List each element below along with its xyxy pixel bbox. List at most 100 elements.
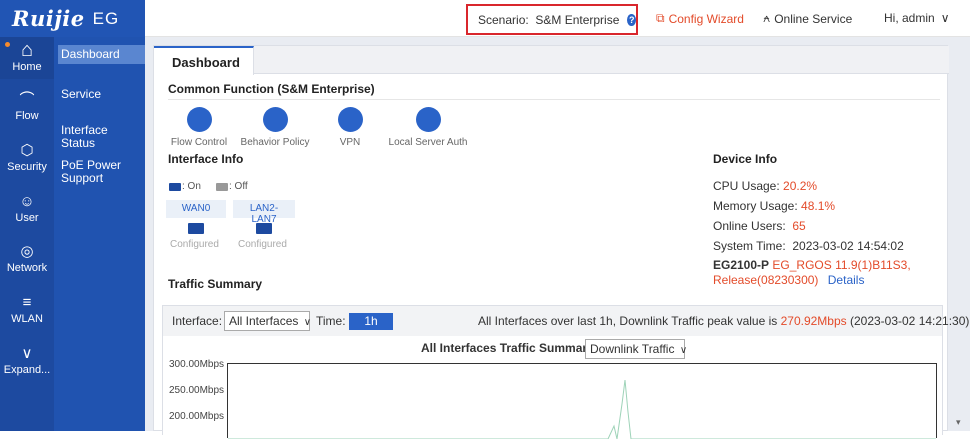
chevron-down-circle-icon: ∨ (21, 345, 33, 362)
nav-flow[interactable]: ⌒ Flow (0, 90, 54, 122)
behavior-policy-icon (262, 107, 288, 132)
nav-flow-label: Flow (15, 110, 39, 122)
flow-control-icon (186, 107, 212, 132)
product-name: EG (92, 8, 120, 28)
online-service-label: Online Service (774, 11, 853, 26)
sub-nav: Dashboard Service Interface Status PoE P… (54, 37, 145, 431)
memory-usage-value: 48.1% (801, 199, 836, 213)
scroll-arrow-icon[interactable]: ▾ (956, 417, 961, 428)
nav-home-label: Home (12, 61, 42, 73)
tab-bar: Dashboard (154, 46, 949, 75)
vpn-icon (337, 107, 363, 132)
y-tick-label: 300.00Mbps (169, 359, 225, 370)
admin-menu[interactable]: Hi, admin ∨ (884, 11, 949, 25)
help-icon[interactable]: ? (627, 13, 636, 26)
nav-wlan-label: WLAN (11, 313, 43, 325)
interface-label: Interface: (172, 314, 223, 328)
nav-user-label: User (15, 212, 39, 224)
divider (168, 99, 940, 100)
peak-summary: All Interfaces over last 1h, Downlink Tr… (478, 314, 969, 328)
nav-home[interactable]: ⌂ Home (0, 37, 54, 79)
config-wizard-label: Config Wizard (668, 11, 744, 26)
subnav-interface-status[interactable]: Interface Status (58, 121, 145, 153)
chevron-down-icon: ∨ (679, 345, 688, 356)
local-server-auth-shortcut[interactable]: Local Server Auth (386, 107, 470, 148)
subnav-service[interactable]: Service (58, 85, 145, 104)
vpn-shortcut[interactable]: VPN (334, 107, 366, 148)
ethernet-port-icon[interactable] (256, 223, 272, 234)
sidebar: Ruijie EG ⌂ Home ⌒ Flow ⬡ Security ☺ Use… (0, 0, 145, 431)
port-off-icon (216, 182, 228, 191)
direction-select[interactable]: Downlink Traffic ∨ (585, 339, 688, 359)
headset-icon: ⍲ (763, 11, 771, 25)
device-model: EG2100-P (713, 258, 770, 272)
cpu-usage-label: CPU Usage: (713, 179, 784, 193)
active-dot (5, 42, 10, 47)
user-icon: ☺ (19, 193, 35, 210)
nav-security[interactable]: ⬡ Security (0, 141, 54, 173)
nav-network[interactable]: ◎ Network (0, 242, 54, 274)
y-tick-label: 200.00Mbps (169, 411, 225, 422)
chart-line-icon: ⌒ (19, 91, 35, 108)
wifi-icon: ≡ (22, 294, 32, 311)
ethernet-port-icon[interactable] (188, 223, 204, 234)
globe-icon: ◎ (20, 243, 34, 260)
system-time: System Time: 2023-03-02 14:54:02 (713, 239, 904, 253)
firmware-release: Release(08230300) (713, 273, 819, 287)
tab-dashboard[interactable]: Dashboard (154, 46, 254, 75)
chevron-down-icon: ∨ (940, 11, 950, 25)
peak-prefix: All Interfaces over last 1h, Downlink Tr… (478, 314, 781, 328)
legend-on-label: : On (182, 181, 201, 192)
device-info-title: Device Info (713, 152, 778, 166)
legend-off: : Off (216, 181, 248, 192)
legend-off-label: : Off (229, 181, 248, 192)
interface-info-title: Interface Info (168, 152, 244, 166)
traffic-summary-box: Interface: All Interfaces ∨ Time: 1h All… (162, 305, 969, 440)
subnav-poe-power-support[interactable]: PoE Power Support (58, 156, 145, 188)
port-status-lan2-lan7: Configured (238, 239, 287, 250)
port-tag-wan0[interactable]: WAN0 (166, 200, 226, 218)
behavior-policy-shortcut[interactable]: Behavior Policy (240, 107, 310, 148)
brand-logo: Ruijie (12, 6, 85, 31)
peak-time: (2023-03-02 14:21:30) (846, 314, 970, 328)
plot-area (227, 363, 937, 440)
nav-network-label: Network (6, 262, 48, 274)
config-wizard-link[interactable]: ⧉ Config Wizard (656, 11, 744, 26)
local-server-auth-icon (415, 107, 441, 132)
y-tick-label: 250.00Mbps (169, 385, 225, 396)
shield-icon: ⬡ (20, 142, 34, 159)
port-status-wan0: Configured (170, 239, 219, 250)
online-service-link[interactable]: ⍲ Online Service (763, 11, 852, 26)
firmware-version: EG_RGOS 11.9(1)B11S3, (772, 258, 911, 272)
memory-usage-label: Memory Usage: (713, 199, 802, 213)
traffic-summary-title: Traffic Summary (168, 277, 263, 291)
nav-expand[interactable]: ∨ Expand... (0, 344, 54, 376)
cpu-usage: CPU Usage: 20.2% (713, 179, 817, 193)
online-users-value: 65 (792, 219, 806, 233)
dashboard-panel: Dashboard Common Function (S&M Enterpris… (153, 45, 969, 440)
admin-label: Hi, admin (884, 11, 935, 25)
online-users: Online Users: 65 (713, 219, 806, 233)
main-nav-rail: ⌂ Home ⌒ Flow ⬡ Security ☺ User ◎ Networ… (0, 37, 54, 431)
cpu-usage-value: 20.2% (783, 179, 818, 193)
interface-select[interactable]: All Interfaces ∨ (224, 311, 312, 331)
subnav-dashboard[interactable]: Dashboard (58, 45, 145, 64)
memory-usage: Memory Usage: 48.1% (713, 199, 835, 213)
nav-wlan[interactable]: ≡ WLAN (0, 293, 54, 325)
time-range-button[interactable]: 1h (349, 313, 393, 330)
logo: Ruijie EG (0, 0, 145, 37)
vpn-label: VPN (339, 137, 361, 148)
port-tag-lan2-lan7[interactable]: LAN2-LAN7 (233, 200, 295, 225)
nav-user[interactable]: ☺ User (0, 192, 54, 224)
scenario-selector[interactable]: Scenario: S&M Enterprise ? (466, 4, 638, 35)
behavior-policy-label: Behavior Policy (240, 137, 310, 148)
wizard-icon: ⧉ (656, 11, 665, 25)
port-on-icon (169, 182, 181, 191)
main-content: Dashboard Common Function (S&M Enterpris… (145, 37, 970, 440)
top-bar: Scenario: S&M Enterprise ? ⧉ Config Wiza… (145, 0, 970, 37)
flow-control-shortcut[interactable]: Flow Control (169, 107, 229, 148)
chevron-down-icon: ∨ (303, 317, 312, 328)
device-release: Release(08230300) Details (713, 273, 864, 287)
details-link[interactable]: Details (828, 273, 865, 287)
time-label: Time: (316, 314, 346, 328)
